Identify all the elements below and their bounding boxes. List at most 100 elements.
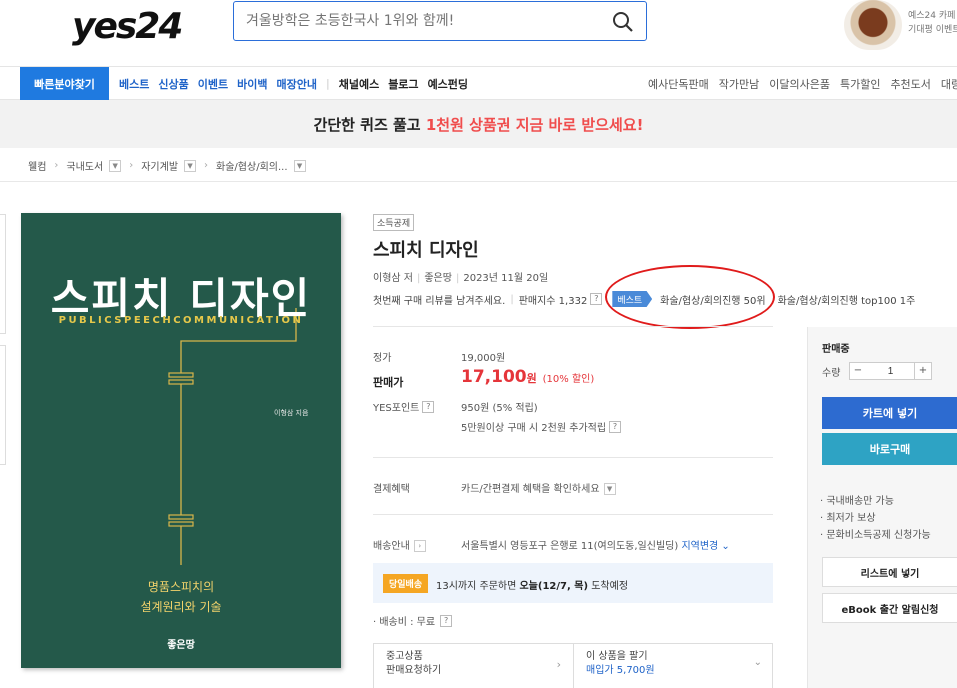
quantity-increase-button[interactable]: + [914, 362, 932, 380]
quiz-banner[interactable]: 간단한 퀴즈 풀고 1천원 상품권 지금 바로 받으세요! [0, 100, 957, 148]
author-link[interactable]: 이형삼 저 [373, 273, 413, 284]
nav-item-bulk[interactable]: 대량 [941, 76, 957, 92]
nav-item-exclusive[interactable]: 예사단독판매 [648, 76, 709, 92]
banner-text: 간단한 퀴즈 풀고 [313, 115, 426, 134]
main-nav: 빠른분야찾기 베스트 신상품 이벤트 바이백 매장안내 | 채널예스 블로그 예… [0, 66, 957, 101]
search-icon[interactable] [612, 11, 634, 33]
review-prompt-link[interactable]: 첫번째 구매 리뷰를 남겨주세요. [373, 292, 505, 307]
nav-item-author-meet[interactable]: 작가만남 [719, 76, 759, 92]
sales-index: 판매지수 1,332 [518, 295, 588, 307]
point-label-text: YES포인트 [373, 403, 420, 414]
top100-link[interactable]: 화술/협상/회의진행 top100 1주 [778, 292, 916, 307]
note-culture-deduction: · 문화비소득공제 신청가능 [820, 530, 931, 541]
cover-desc-line2: 설계원리와 기술 [140, 600, 222, 614]
meta-separator: | [416, 273, 421, 284]
promo-line1: 예스24 카페 [908, 11, 956, 21]
help-icon[interactable]: ? [609, 420, 622, 433]
chevron-down-icon[interactable]: ▼ [293, 159, 306, 172]
used-sell-request[interactable]: 중고상품 판매요청하기 › [374, 644, 574, 688]
sale-price-label: 판매가 [373, 376, 404, 389]
shipping-label-text: 배송안내 [373, 541, 410, 552]
product-meta: 이형삼 저 | 좋은땅 | 2023년 11월 20일 [373, 269, 548, 284]
list-price-label: 정가 [373, 353, 392, 364]
product-title: 스피치 디자인 [373, 240, 479, 261]
quantity-decrease-button[interactable]: − [849, 362, 867, 380]
used-left-line1: 중고상품 [386, 651, 423, 662]
left-side-widget[interactable] [0, 345, 6, 465]
nav-divider: | [325, 77, 330, 90]
cover-subtitle: PUBLICSPEECHCOMMUNICATION [58, 315, 304, 326]
breadcrumb: 웰컴 › 국내도서 ▼ › 자기계발 ▼ › 화술/협상/회의... ▼ [28, 158, 306, 173]
promo-coffee-image[interactable] [844, 0, 902, 50]
nav-left-group: 베스트 신상품 이벤트 바이백 매장안내 | 채널예스 블로그 예스펀딩 [119, 67, 468, 100]
publish-date: 2023년 11월 20일 [463, 273, 549, 284]
point-label: YES포인트 ? [373, 399, 435, 414]
chevron-right-icon: › [556, 658, 561, 671]
breadcrumb-speech[interactable]: 화술/협상/회의... [216, 158, 287, 173]
meta-separator: | [510, 293, 514, 305]
sale-price: 17,100원 (10% 할인) [461, 367, 594, 387]
same-day-badge: 당일배송 [383, 574, 429, 593]
nav-item-recommended[interactable]: 추천도서 [890, 76, 930, 92]
point-extra-text: 5만원이상 구매 시 2천원 추가적립 [461, 423, 607, 434]
buy-now-button[interactable]: 바로구매 [822, 433, 957, 465]
delivery-text-part1: 13시까지 주문하면 [436, 581, 520, 592]
nav-item-best[interactable]: 베스트 [119, 76, 149, 92]
section-divider [373, 326, 773, 327]
chevron-down-icon[interactable]: ▼ [603, 483, 616, 495]
chevron-down-icon[interactable]: ▼ [184, 159, 197, 172]
nav-item-new[interactable]: 신상품 [158, 76, 188, 92]
ebook-alert-button[interactable]: eBook 출간 알림신청 [822, 593, 957, 623]
publisher-link[interactable]: 좋은땅 [424, 273, 452, 284]
nav-item-blog[interactable]: 블로그 [388, 76, 418, 92]
help-icon[interactable]: ? [590, 293, 603, 305]
meta-separator: | [455, 273, 460, 284]
nav-item-buyback[interactable]: 바이백 [237, 76, 267, 92]
region-change-link[interactable]: 지역변경 ⌄ [681, 541, 729, 552]
breadcrumb-divider [0, 181, 957, 182]
breadcrumb-domestic[interactable]: 국내도서 [66, 158, 103, 173]
shipping-fee: · 배송비 : 무료 ? [373, 613, 453, 628]
chevron-right-icon: › [204, 160, 209, 171]
promo-text[interactable]: 예스24 카페 기대평 이벤트 [908, 9, 957, 37]
sale-status: 판매중 [822, 344, 850, 355]
add-to-cart-button[interactable]: 카트에 넣기 [822, 397, 957, 429]
shipping-fee-text: · 배송비 : 무료 [373, 617, 436, 628]
breadcrumb-home[interactable]: 웰컴 [28, 158, 46, 173]
buyback-price: 매입가 5,700원 [586, 665, 655, 676]
payment-benefit-text: 카드/간편결제 혜택을 확인하세요 [461, 484, 600, 495]
annotation-circle [605, 265, 775, 329]
breadcrumb-self-dev[interactable]: 자기계발 [141, 158, 178, 173]
search-input[interactable] [246, 10, 596, 32]
nav-item-special-sale[interactable]: 특가할인 [840, 76, 880, 92]
book-cover[interactable]: 스피치 디자인 PUBLICSPEECHCOMMUNICATION 이형삼 지음… [21, 213, 341, 668]
cover-desc-line1: 명품스피치의 [147, 580, 215, 594]
quantity-input[interactable] [866, 362, 915, 380]
help-icon[interactable]: ? [422, 400, 435, 413]
chevron-right-icon[interactable]: › [413, 540, 426, 552]
help-icon[interactable]: ? [440, 614, 453, 627]
cover-publisher: 좋은땅 [167, 640, 195, 651]
nav-item-gift[interactable]: 이달의사은품 [769, 76, 830, 92]
left-side-widget[interactable] [0, 214, 6, 334]
nav-item-funding[interactable]: 예스펀딩 [428, 76, 468, 92]
payment-label: 결제혜택 [373, 484, 410, 495]
chevron-down-icon: ⌄ [753, 657, 762, 668]
sell-this-item[interactable]: 이 상품을 팔기 매입가 5,700원 ⌄ [574, 644, 774, 688]
chevron-right-icon: › [54, 160, 59, 171]
yes24-logo[interactable]: yes24 [72, 6, 183, 47]
quick-find-button[interactable]: 빠른분야찾기 [20, 67, 109, 101]
site-header: yes24 예스24 카페 기대평 이벤트 [0, 0, 957, 66]
nav-item-channel-yes[interactable]: 채널예스 [339, 76, 379, 92]
promo-line2: 기대평 이벤트 [908, 25, 957, 35]
shipping-address: 서울특별시 영등포구 은행로 11(여의도동,일신빌딩) 지역변경 ⌄ [461, 537, 730, 552]
search-box[interactable] [233, 1, 647, 41]
chevron-down-icon[interactable]: ▼ [109, 159, 122, 172]
point-extra: 5만원이상 구매 시 2천원 추가적립 ? [461, 419, 622, 434]
sale-price-unit: 원 [526, 372, 537, 385]
add-to-wishlist-button[interactable]: 리스트에 넣기 [822, 557, 957, 587]
nav-item-store[interactable]: 매장안내 [277, 76, 317, 92]
payment-benefit[interactable]: 카드/간편결제 혜택을 확인하세요 ▼ [461, 480, 616, 495]
nav-item-event[interactable]: 이벤트 [198, 76, 228, 92]
used-right-line1: 이 상품을 팔기 [586, 651, 648, 662]
